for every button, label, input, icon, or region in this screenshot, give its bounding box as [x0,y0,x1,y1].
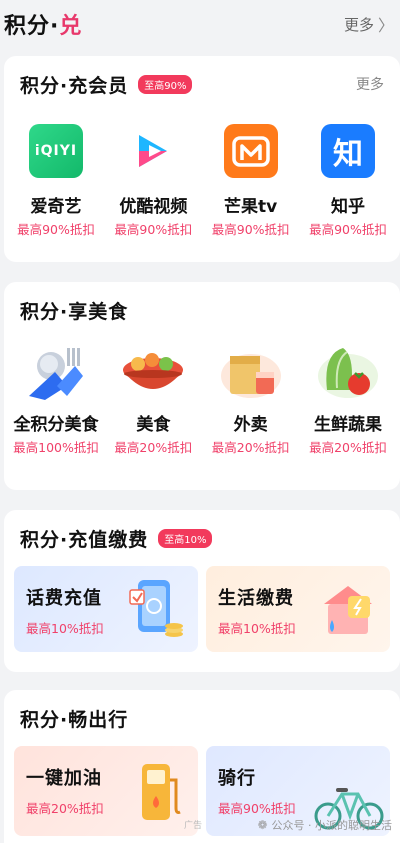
vip-item-name: 知乎 [330,197,365,217]
page-title-accent: 兑 [59,14,83,39]
ad-label: 广告 [184,821,203,831]
vip-item-sub: 最高90%抵扣 [309,222,387,237]
mango-tv-logo-icon [223,124,278,178]
takeout-bag-icon [216,342,286,402]
bills-header: 积分·充值缴费 至高10% [4,510,400,566]
bills-badge: 至高10% [158,528,213,548]
vip-title: 积分·充会员 [20,74,129,97]
iqiyi-logo-text: iQIYI [34,143,78,159]
page-title-text: 积分· [4,14,60,39]
travel-section: 积分·畅出行 一键加油 最高20%抵扣 骑行 最高90%抵扣 广告 ❁ 公众号 … [4,690,400,843]
food-item-name: 外卖 [233,415,268,435]
vip-header: 积分·充会员 至高90% 更多 [4,56,400,112]
page-title: 积分·兑 [4,8,82,40]
header-more-label: 更多 [343,15,374,34]
bills-section: 积分·充值缴费 至高10% 话费充值 最高10%抵扣 生活缴费 最高10%抵扣 [4,510,400,672]
food-item-sub: 最高100%抵扣 [13,440,99,455]
food-title: 积分·享美食 [20,300,129,323]
page-header: 积分·兑 更多 〉 [0,0,400,48]
food-bowl-icon [118,342,188,402]
wechat-icon: ❁ [257,818,268,832]
vip-section: 积分·充会员 至高90% 更多 iQIYI 爱奇艺 最高90%抵扣 优酷视频 最… [4,56,400,262]
vip-item-sub: 最高90%抵扣 [114,222,193,237]
house-bill-icon [324,586,372,634]
vip-item-sub: 最高90%抵扣 [17,222,95,237]
food-item-takeout[interactable]: 外卖 最高20%抵扣 [203,342,299,456]
food-item-name: 美食 [136,415,171,435]
header-more-link[interactable]: 更多 〉 [344,12,394,36]
vip-item-zhihu[interactable]: 知 知乎 最高90%抵扣 [300,124,396,238]
food-header: 积分·享美食 [4,282,400,338]
food-section: 积分·享美食 全积分美食 最高100%抵扣 美食 最高20%抵扣 外卖 最高20… [4,282,400,490]
vip-item-iqiyi[interactable]: iQIYI 爱奇艺 最高90%抵扣 [8,124,104,238]
food-item-fresh[interactable]: 生鲜蔬果 最高20%抵扣 [300,342,396,456]
food-item-name: 生鲜蔬果 [313,415,382,435]
bills-title: 积分·充值缴费 [20,528,149,551]
food-item-sub: 最高20%抵扣 [309,440,387,455]
food-item-all-points[interactable]: 全积分美食 最高100%抵扣 [8,342,104,456]
vegetables-icon [313,342,383,402]
travel-header: 积分·畅出行 [4,690,400,746]
iqiyi-logo-icon: iQIYI [29,124,83,178]
vip-item-mango[interactable]: 芒果tv 最高90%抵扣 [203,124,299,238]
zhihu-logo-icon: 知 [320,124,375,178]
phone-recharge-icon [129,580,183,637]
youku-logo-icon [126,124,180,178]
travel-title: 积分·畅出行 [20,708,129,731]
vip-badge: 至高90% [138,74,193,94]
vip-more-link[interactable]: 更多 [356,74,384,94]
watermark: ❁ 公众号 · 小派的聪明生活 [257,817,392,833]
vip-item-name: 优酷视频 [119,197,188,217]
vip-item-name: 芒果tv [224,197,278,217]
tile-gas[interactable]: 一键加油 最高20%抵扣 [14,746,198,836]
vip-item-name: 爱奇艺 [30,197,82,217]
vip-item-sub: 最高90%抵扣 [211,222,290,237]
watermark-text: 公众号 · 小派的聪明生活 [271,819,393,832]
food-item-meishi[interactable]: 美食 最高20%抵扣 [105,342,201,456]
spoon-fork-icon [21,342,91,402]
chevron-right-icon: 〉 [377,16,394,35]
vip-item-youku[interactable]: 优酷视频 最高90%抵扣 [105,124,201,238]
tile-phone-recharge[interactable]: 话费充值 最高10%抵扣 [14,566,198,652]
tile-life-bills[interactable]: 生活缴费 最高10%抵扣 [206,566,390,652]
gas-pump-icon [142,764,181,820]
food-item-sub: 最高20%抵扣 [211,440,290,455]
food-item-name: 全积分美食 [13,415,99,435]
zhihu-logo-text: 知 [332,137,363,172]
food-item-sub: 最高20%抵扣 [114,440,193,455]
